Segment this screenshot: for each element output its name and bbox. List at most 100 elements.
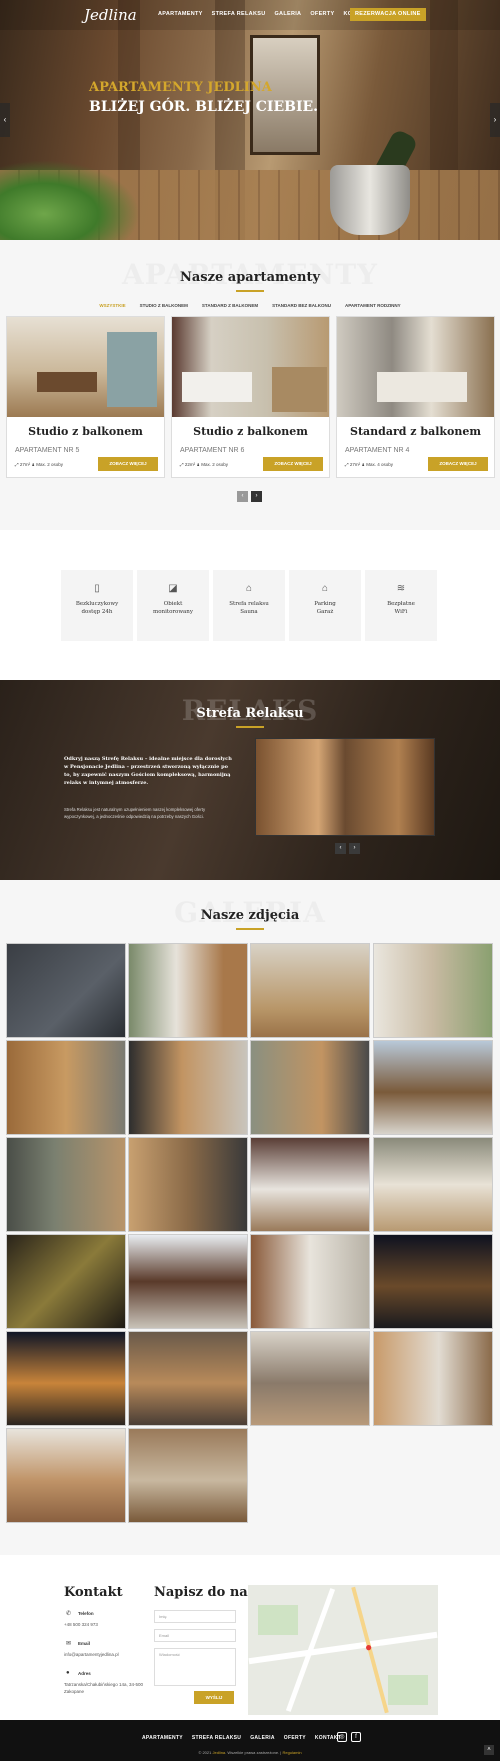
feature-line: Parking — [314, 601, 336, 607]
gallery-image[interactable] — [128, 1331, 248, 1426]
hero-next-arrow[interactable]: › — [490, 103, 500, 137]
feature-line: WiFi — [394, 609, 408, 615]
gallery-image[interactable] — [128, 1137, 248, 1232]
filter-standard-balkon[interactable]: STANDARD Z BALKONEM — [202, 303, 258, 308]
gallery-image[interactable] — [373, 1137, 493, 1232]
gallery-image[interactable] — [373, 943, 493, 1038]
footer-link-apartamenty[interactable]: APARTAMENTY — [142, 1735, 183, 1741]
menu-item-oferty[interactable]: OFERTY — [310, 11, 334, 17]
scroll-to-top-button[interactable]: ˄ — [484, 1745, 494, 1755]
gallery-image[interactable] — [6, 1428, 126, 1523]
location-icon: ● — [66, 1670, 70, 1676]
gallery-image[interactable] — [250, 943, 370, 1038]
phone-icon: ✆ — [66, 1611, 72, 1617]
facebook-icon[interactable]: f — [351, 1732, 361, 1742]
footer-link-galeria[interactable]: GALERIA — [250, 1735, 275, 1741]
menu-item-apartamenty[interactable]: APARTAMENTY — [158, 11, 203, 17]
relax-next-button[interactable]: › — [349, 843, 360, 854]
gallery-image[interactable] — [6, 1040, 126, 1135]
relax-prev-button[interactable]: ‹ — [335, 843, 346, 854]
message-field[interactable]: Wiadomość — [154, 1648, 236, 1686]
gallery-section: GALERIA Nasze zdjęcia — [0, 880, 500, 1555]
phone-value[interactable]: +48 500 324 973 — [64, 1621, 98, 1628]
carousel-prev-button[interactable]: ‹ — [237, 491, 248, 502]
carousel-next-button[interactable]: › — [251, 491, 262, 502]
gallery-image[interactable] — [128, 943, 248, 1038]
filter-all[interactable]: WSZYSTKIE — [99, 303, 125, 308]
email-label: Email — [78, 1641, 91, 1646]
feature-line: Sauna — [240, 609, 258, 615]
regulamin-link[interactable]: Regulamin — [282, 1750, 301, 1755]
top-navigation: Jedlina APARTAMENTY STREFA RELAKSU GALER… — [0, 0, 500, 30]
copyright-brand[interactable]: Jedlina — [212, 1750, 225, 1755]
gallery-image[interactable] — [6, 1234, 126, 1329]
gallery-image[interactable] — [6, 1137, 126, 1232]
gallery-image[interactable] — [373, 1331, 493, 1426]
apartment-card[interactable]: Studio z balkonem APARTAMENT NR 5 ⤢ 27m²… — [6, 316, 165, 478]
email-value[interactable]: info@apartamentyjedlina.pl — [64, 1651, 119, 1658]
sauna-icon: ⌂ — [245, 583, 253, 594]
instagram-icon[interactable]: ◎ — [337, 1732, 347, 1742]
relax-carousel-controls: ‹ › — [335, 843, 360, 854]
gallery-image[interactable] — [128, 1428, 248, 1523]
menu-item-galeria[interactable]: GALERIA — [274, 11, 301, 17]
filter-standard-bez-balkonu[interactable]: STANDARD BEZ BALKONU — [272, 303, 331, 308]
gallery-image[interactable] — [250, 1040, 370, 1135]
feature-monitoring: ◪ Obiekt monitorowany — [137, 570, 209, 641]
gallery-image[interactable] — [128, 1040, 248, 1135]
form-title: Napisz do nas — [154, 1585, 256, 1600]
apartment-title: Studio z balkonem — [28, 425, 143, 438]
apartment-meta: ⤢ 27m² ♟ Max. 2 osoby — [15, 462, 63, 467]
menu-item-strefa-relaksu[interactable]: STREFA RELAKSU — [212, 11, 266, 17]
map[interactable]: ● — [248, 1585, 438, 1715]
feature-keyless: ▯ Bezkluczykowy dostęp 24h — [61, 570, 133, 641]
apartment-area: 27m² — [349, 462, 361, 467]
see-more-button[interactable]: ZOBACZ WIĘCEJ — [98, 457, 158, 471]
footer: APARTAMENTY STREFA RELAKSU GALERIA OFERT… — [0, 1720, 500, 1761]
phone-label: Telefon — [78, 1611, 94, 1616]
gallery-image[interactable] — [250, 1331, 370, 1426]
gallery-image[interactable] — [373, 1234, 493, 1329]
feature-line: dostęp 24h — [81, 609, 113, 615]
apartments-title: Nasze apartamenty — [179, 270, 321, 285]
apartment-title: Standard z balkonem — [350, 425, 481, 438]
feature-wifi: ≋ Bezpłatne WiFi — [365, 570, 437, 641]
feature-line: Bezpłatne — [387, 601, 415, 607]
apartment-meta: ⤢ 27m² ♟ Max. 4 osoby — [345, 462, 393, 467]
apartment-photo[interactable] — [172, 317, 329, 417]
apartment-card[interactable]: Studio z balkonem APARTAMENT NR 6 ⤢ 22m²… — [171, 316, 330, 478]
name-field[interactable]: Imię — [154, 1610, 236, 1623]
email-field[interactable]: Email — [154, 1629, 236, 1642]
feature-parking: ⌂ Parking Garaż — [289, 570, 361, 641]
gallery-image[interactable] — [6, 1331, 126, 1426]
apartment-capacity: Max. 4 osoby — [366, 462, 394, 467]
apartment-photo[interactable] — [337, 317, 494, 417]
send-button[interactable]: WYŚLIJ — [194, 1691, 234, 1704]
see-more-button[interactable]: ZOBACZ WIĘCEJ — [263, 457, 323, 471]
footer-link-oferty[interactable]: OFERTY — [284, 1735, 306, 1741]
apartment-number: APARTAMENT NR 6 — [180, 447, 245, 454]
area-icon: ⤢ — [345, 462, 349, 467]
email-icon: ✉ — [66, 1641, 72, 1647]
apartment-card[interactable]: Standard z balkonem APARTAMENT NR 4 ⤢ 27… — [336, 316, 495, 478]
filter-studio-balkon[interactable]: STUDIO Z BALKONEM — [140, 303, 188, 308]
hero-title: APARTAMENTY JEDLINA — [89, 80, 272, 95]
apartment-number: APARTAMENT NR 4 — [345, 447, 410, 454]
gallery-image[interactable] — [250, 1137, 370, 1232]
book-online-button[interactable]: REZERWACJA ONLINE — [350, 8, 426, 21]
filter-rodzinny[interactable]: APARTAMENT RODZINNY — [345, 303, 401, 308]
gallery-image[interactable] — [250, 1234, 370, 1329]
hero-prev-arrow[interactable]: ‹ — [0, 103, 10, 137]
gallery-image[interactable] — [6, 943, 126, 1038]
logo[interactable]: Jedlina — [84, 6, 137, 24]
apartment-title: Studio z balkonem — [193, 425, 308, 438]
relax-photo[interactable] — [255, 738, 435, 836]
garage-icon: ⌂ — [321, 583, 329, 594]
copyright: © 2021 Jedlina. Wszelkie prawa zastrzeżo… — [0, 1750, 500, 1755]
gallery-image[interactable] — [373, 1040, 493, 1135]
gallery-image[interactable] — [128, 1234, 248, 1329]
map-pin-icon: ● — [365, 1640, 373, 1654]
footer-link-strefa-relaksu[interactable]: STREFA RELAKSU — [192, 1735, 241, 1741]
see-more-button[interactable]: ZOBACZ WIĘCEJ — [428, 457, 488, 471]
apartment-photo[interactable] — [7, 317, 164, 417]
